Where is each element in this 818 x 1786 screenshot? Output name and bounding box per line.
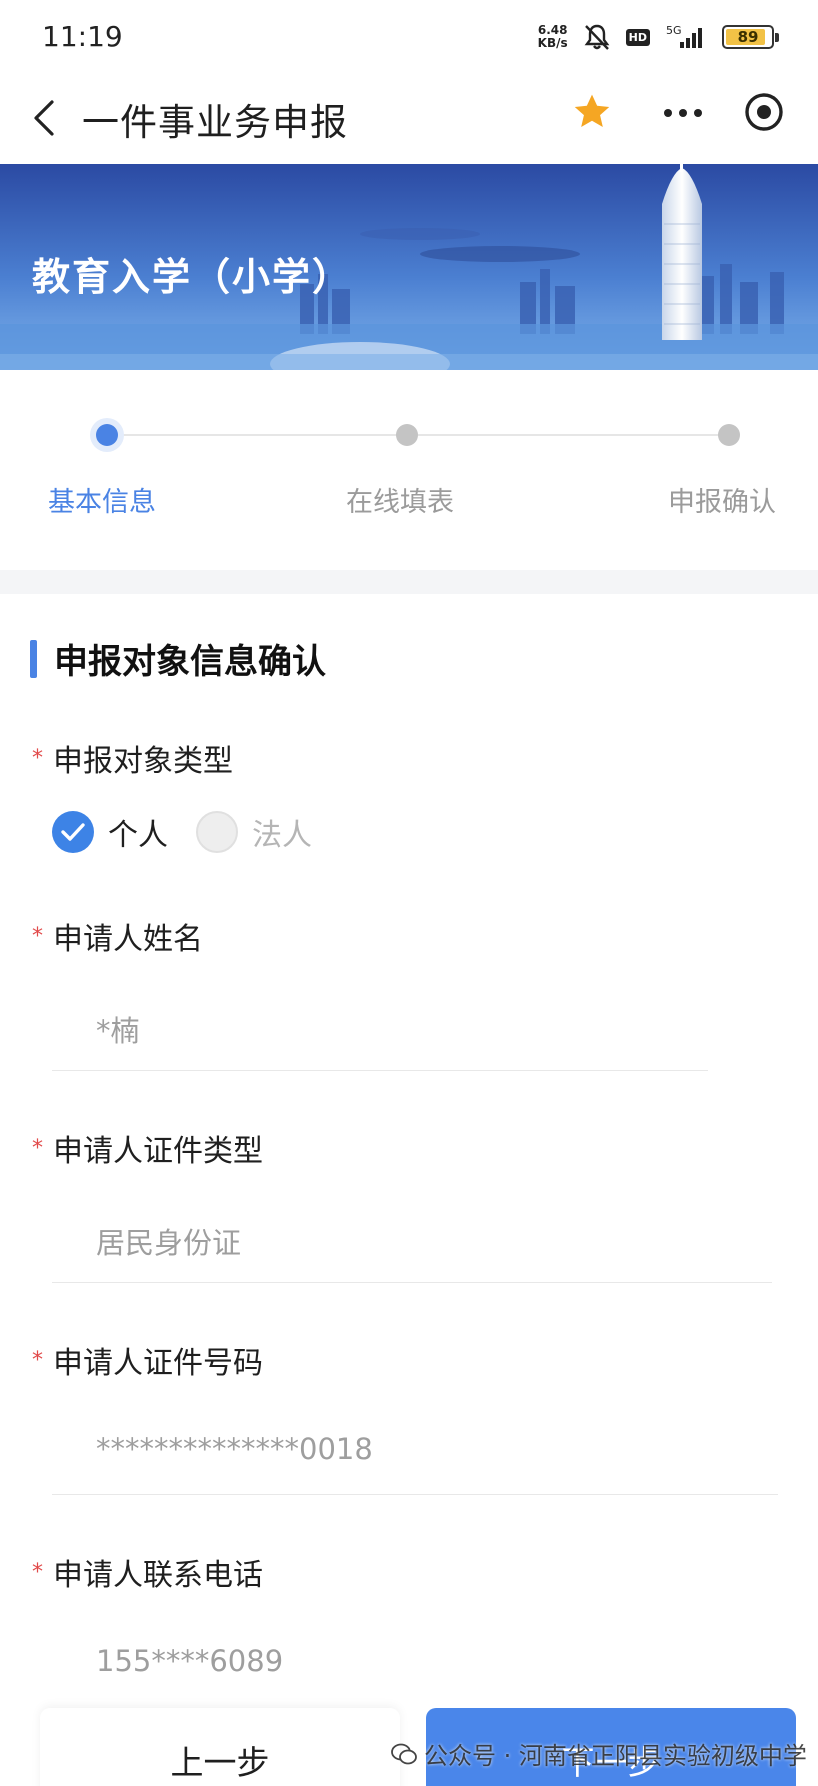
banner-title: 教育入学（小学） [32,255,353,299]
hd-badge: HD [625,28,650,46]
radio-legal-person-label[interactable]: 法人 [252,810,312,854]
battery-icon: 89 [722,25,779,49]
id-number-field[interactable]: **************0018 [96,1432,373,1466]
object-type-radio-group: 个人 法人 [52,810,340,854]
network-speed-unit: KB/s [537,36,568,50]
step-dot-online-form [396,424,418,446]
step-dot-confirm [718,424,740,446]
step-dot-basic-info [96,424,118,446]
progress-steps: 基本信息 在线填表 申报确认 [0,370,818,570]
wechat-icon [391,1743,417,1764]
phone-field[interactable]: 155****6089 [96,1644,283,1678]
field-underline [52,1070,708,1071]
page-title: 一件事业务申报 [82,101,348,144]
network-type: 5G [666,24,682,37]
step-connector [118,434,400,436]
status-bar: 11:19 6.48 KB/s HD 5G 89 [0,0,818,72]
step-label-basic-info: 基本信息 [48,487,156,518]
id-type-field[interactable]: 居民身份证 [96,1220,241,1262]
section-accent-bar [30,640,37,678]
prev-step-button[interactable]: 上一步 [40,1708,400,1786]
back-icon[interactable] [24,94,68,142]
radio-individual-label[interactable]: 个人 [108,810,168,854]
check-icon [61,823,85,841]
applicant-name-field[interactable]: *楠 [96,1008,140,1050]
step-label-online-form: 在线填表 [346,487,454,518]
id-number-label: * 申请人证件号码 [32,1346,263,1381]
radio-individual[interactable] [52,811,94,853]
status-icons: 6.48 KB/s HD 5G 89 [538,22,779,52]
network-speed: 6.48 KB/s [538,24,568,50]
step-label-confirm: 申报确认 [668,487,776,518]
object-type-label: * 申报对象类型 [32,744,233,779]
nav-bar: 一件事业务申报 [0,72,818,164]
required-mark: * [32,746,43,771]
id-type-label: * 申请人证件类型 [32,1134,263,1169]
step-connector [418,434,720,436]
radio-legal-person[interactable] [196,811,238,853]
phone-label: * 申请人联系电话 [32,1558,263,1593]
watermark-text: 公众号 · 河南省正阳县实验初级中学 [424,1742,807,1770]
target-icon[interactable] [742,90,786,134]
field-underline [52,1282,772,1283]
field-underline [52,1494,778,1495]
watermark: 公众号 · 河南省正阳县实验初级中学 [390,1736,807,1771]
star-icon[interactable] [570,90,614,134]
mute-bell-icon [582,22,612,52]
more-icon[interactable] [660,98,706,128]
status-time: 11:19 [42,20,123,53]
signal-icon: 5G [664,23,708,51]
section-title: 申报对象信息确认 [54,642,326,682]
applicant-name-label: * 申请人姓名 [32,922,203,957]
banner: 教育入学（小学） [0,164,818,370]
section-divider [0,570,818,594]
battery-level: 89 [737,28,759,46]
